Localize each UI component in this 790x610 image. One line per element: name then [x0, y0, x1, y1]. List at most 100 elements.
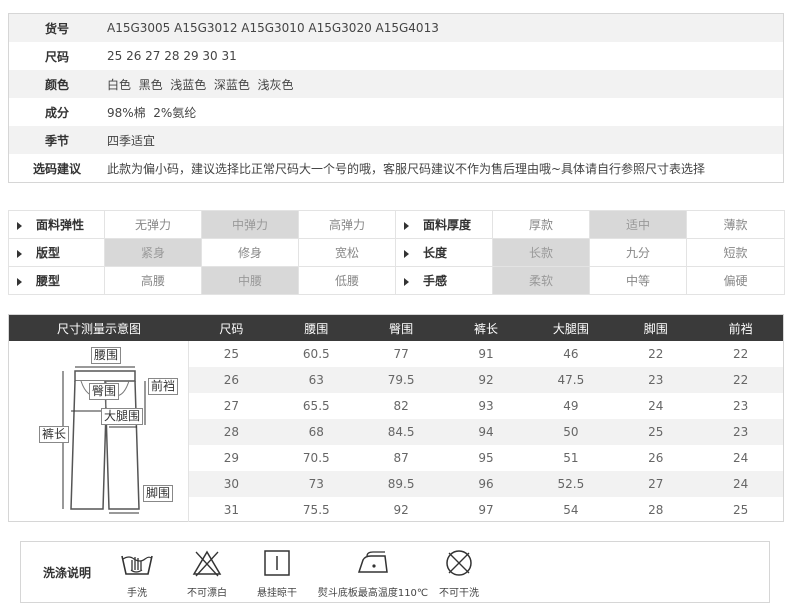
- diagram-header: 尺寸测量示意图: [56, 321, 141, 336]
- table-cell: 68: [308, 425, 324, 439]
- wash-label: 手洗: [127, 588, 147, 599]
- info-row-size-advice: 选码建议 此款为偏小码，建议选择比正常尺码大一个号的哦，客服尺码建议不作为售后理…: [9, 154, 783, 182]
- table-cell: 22: [648, 347, 664, 361]
- attribute-label: 面料弹性: [8, 210, 105, 239]
- triangle-bullet-icon: [17, 249, 22, 258]
- table-cell: 29: [223, 451, 240, 465]
- info-label: 颜色: [44, 77, 69, 92]
- triangle-bullet-icon: [17, 277, 22, 286]
- iron-icon: [357, 551, 388, 573]
- table-cell: 77: [393, 347, 409, 361]
- attribute-option: 短款: [686, 238, 785, 267]
- table-cell: 23: [732, 425, 749, 439]
- info-row-item-number: 货号 A15G3005 A15G3012 A15G3010 A15G3020 A…: [9, 14, 783, 42]
- attribute-label: 腰型: [8, 266, 105, 295]
- attribute-label: 长度: [395, 238, 493, 267]
- table-cell: 51: [563, 451, 579, 465]
- attribute-option: 无弹力: [104, 210, 202, 239]
- info-row-season: 季节 四季适宜: [9, 126, 783, 154]
- info-label: 成分: [44, 105, 69, 120]
- attribute-label-text: 手感: [423, 274, 448, 288]
- table-cell: 82: [393, 399, 409, 413]
- table-cell: 95: [478, 451, 494, 465]
- table-cell: 25: [648, 425, 664, 439]
- table-cell: 23: [648, 373, 664, 387]
- attribute-option: 高腰: [104, 266, 202, 295]
- triangle-bullet-icon: [404, 221, 409, 230]
- wash-item-no-dry-clean: 不可干洗: [431, 548, 487, 599]
- table-cell: 87: [393, 451, 409, 465]
- table-cell: 79.5: [387, 373, 415, 387]
- diagram-label-length: 裤长: [39, 426, 70, 443]
- attribute-option: 薄款: [686, 210, 785, 239]
- table-cell: 65.5: [302, 399, 330, 413]
- attribute-option: 低腰: [298, 266, 396, 295]
- column-header: 尺码: [219, 321, 244, 336]
- attribute-option: 修身: [201, 238, 299, 267]
- table-cell: 25: [223, 347, 240, 361]
- column-header: 裤长: [474, 321, 499, 336]
- info-value: A15G3005 A15G3012 A15G3010 A15G3020 A15G…: [107, 21, 439, 35]
- attribute-label-text: 版型: [36, 246, 61, 260]
- table-cell: 84.5: [387, 425, 415, 439]
- table-cell: 26: [648, 451, 664, 465]
- table-cell: 47.5: [557, 373, 585, 387]
- table-row: 31 75.5 92 97 54 28 25: [189, 497, 783, 523]
- wash-item-no-bleach: 不可漂白: [179, 548, 235, 599]
- table-row: 29 70.5 87 95 51 26 24: [189, 445, 783, 471]
- table-cell: 27: [648, 477, 664, 491]
- diagram-label-hem: 脚围: [143, 485, 174, 502]
- table-cell: 25: [732, 503, 749, 517]
- table-cell: 24: [732, 477, 749, 491]
- table-row: 26 63 79.5 92 47.5 23 22: [189, 367, 783, 393]
- table-cell: 46: [563, 347, 579, 361]
- diagram-label-thigh: 大腿围: [101, 408, 144, 425]
- info-value: 25 26 27 28 29 30 31: [107, 49, 237, 63]
- diagram-label-rise: 前裆: [148, 378, 179, 395]
- info-label: 选码建议: [32, 161, 81, 176]
- table-cell: 60.5: [302, 347, 330, 361]
- column-header: 前裆: [728, 321, 753, 336]
- table-row: 28 68 84.5 94 50 25 23: [189, 419, 783, 445]
- attribute-option: 厚款: [492, 210, 590, 239]
- attribute-label-text: 长度: [423, 246, 448, 260]
- column-header: 脚围: [643, 321, 668, 336]
- attribute-option: 中等: [589, 266, 687, 295]
- table-cell: 52.5: [557, 477, 585, 491]
- attribute-option: 紧身: [104, 238, 202, 267]
- attribute-option: 九分: [589, 238, 687, 267]
- attribute-label: 版型: [8, 238, 105, 267]
- table-cell: 89.5: [387, 477, 415, 491]
- wash-label: 不可漂白: [187, 588, 227, 599]
- column-header: 腰围: [304, 321, 329, 336]
- info-value: 四季适宜: [107, 133, 156, 148]
- table-cell: 75.5: [302, 503, 330, 517]
- wash-label: 不可干洗: [439, 588, 479, 599]
- diagram-label-hip: 臀围: [89, 383, 120, 400]
- attribute-row: 面料弹性 无弹力 中弹力 高弹力 面料厚度 厚款 适中 薄款: [8, 210, 785, 239]
- size-grid: 25 60.5 77 91 46 22 22 26 63 79.5 92 47.5 23 22 27 65.5…: [189, 341, 783, 523]
- info-row-material: 成分 98%棉 2%氨纶: [9, 98, 783, 126]
- attribute-option: 中腰: [201, 266, 299, 295]
- attribute-label: 面料厚度: [395, 210, 493, 239]
- attribute-label-text: 腰型: [36, 274, 61, 288]
- table-cell: 91: [478, 347, 494, 361]
- triangle-bullet-icon: [404, 249, 409, 258]
- table-cell: 30: [223, 477, 240, 491]
- no-bleach-icon: [192, 550, 222, 577]
- table-cell: 96: [478, 477, 494, 491]
- hand-wash-icon: [121, 555, 153, 575]
- pants-measurement-diagram: 腰围 臀围 前裆 大腿围 裤长 脚围: [9, 341, 189, 522]
- attribute-row: 腰型 高腰 中腰 低腰 手感 柔软 中等 偏硬: [8, 266, 785, 295]
- attribute-option: 宽松: [298, 238, 396, 267]
- wash-label: 熨斗底板最高温度110℃: [317, 588, 429, 599]
- table-cell: 24: [732, 451, 749, 465]
- table-cell: 31: [223, 503, 240, 517]
- info-label: 尺码: [44, 49, 69, 64]
- info-value: 此款为偏小码，建议选择比正常尺码大一个号的哦，客服尺码建议不作为售后理由哦~具体…: [107, 161, 706, 176]
- table-cell: 94: [478, 425, 494, 439]
- table-cell: 93: [478, 399, 494, 413]
- attribute-label: 手感: [395, 266, 493, 295]
- info-value: 98%棉 2%氨纶: [107, 105, 197, 120]
- table-cell: 24: [648, 399, 664, 413]
